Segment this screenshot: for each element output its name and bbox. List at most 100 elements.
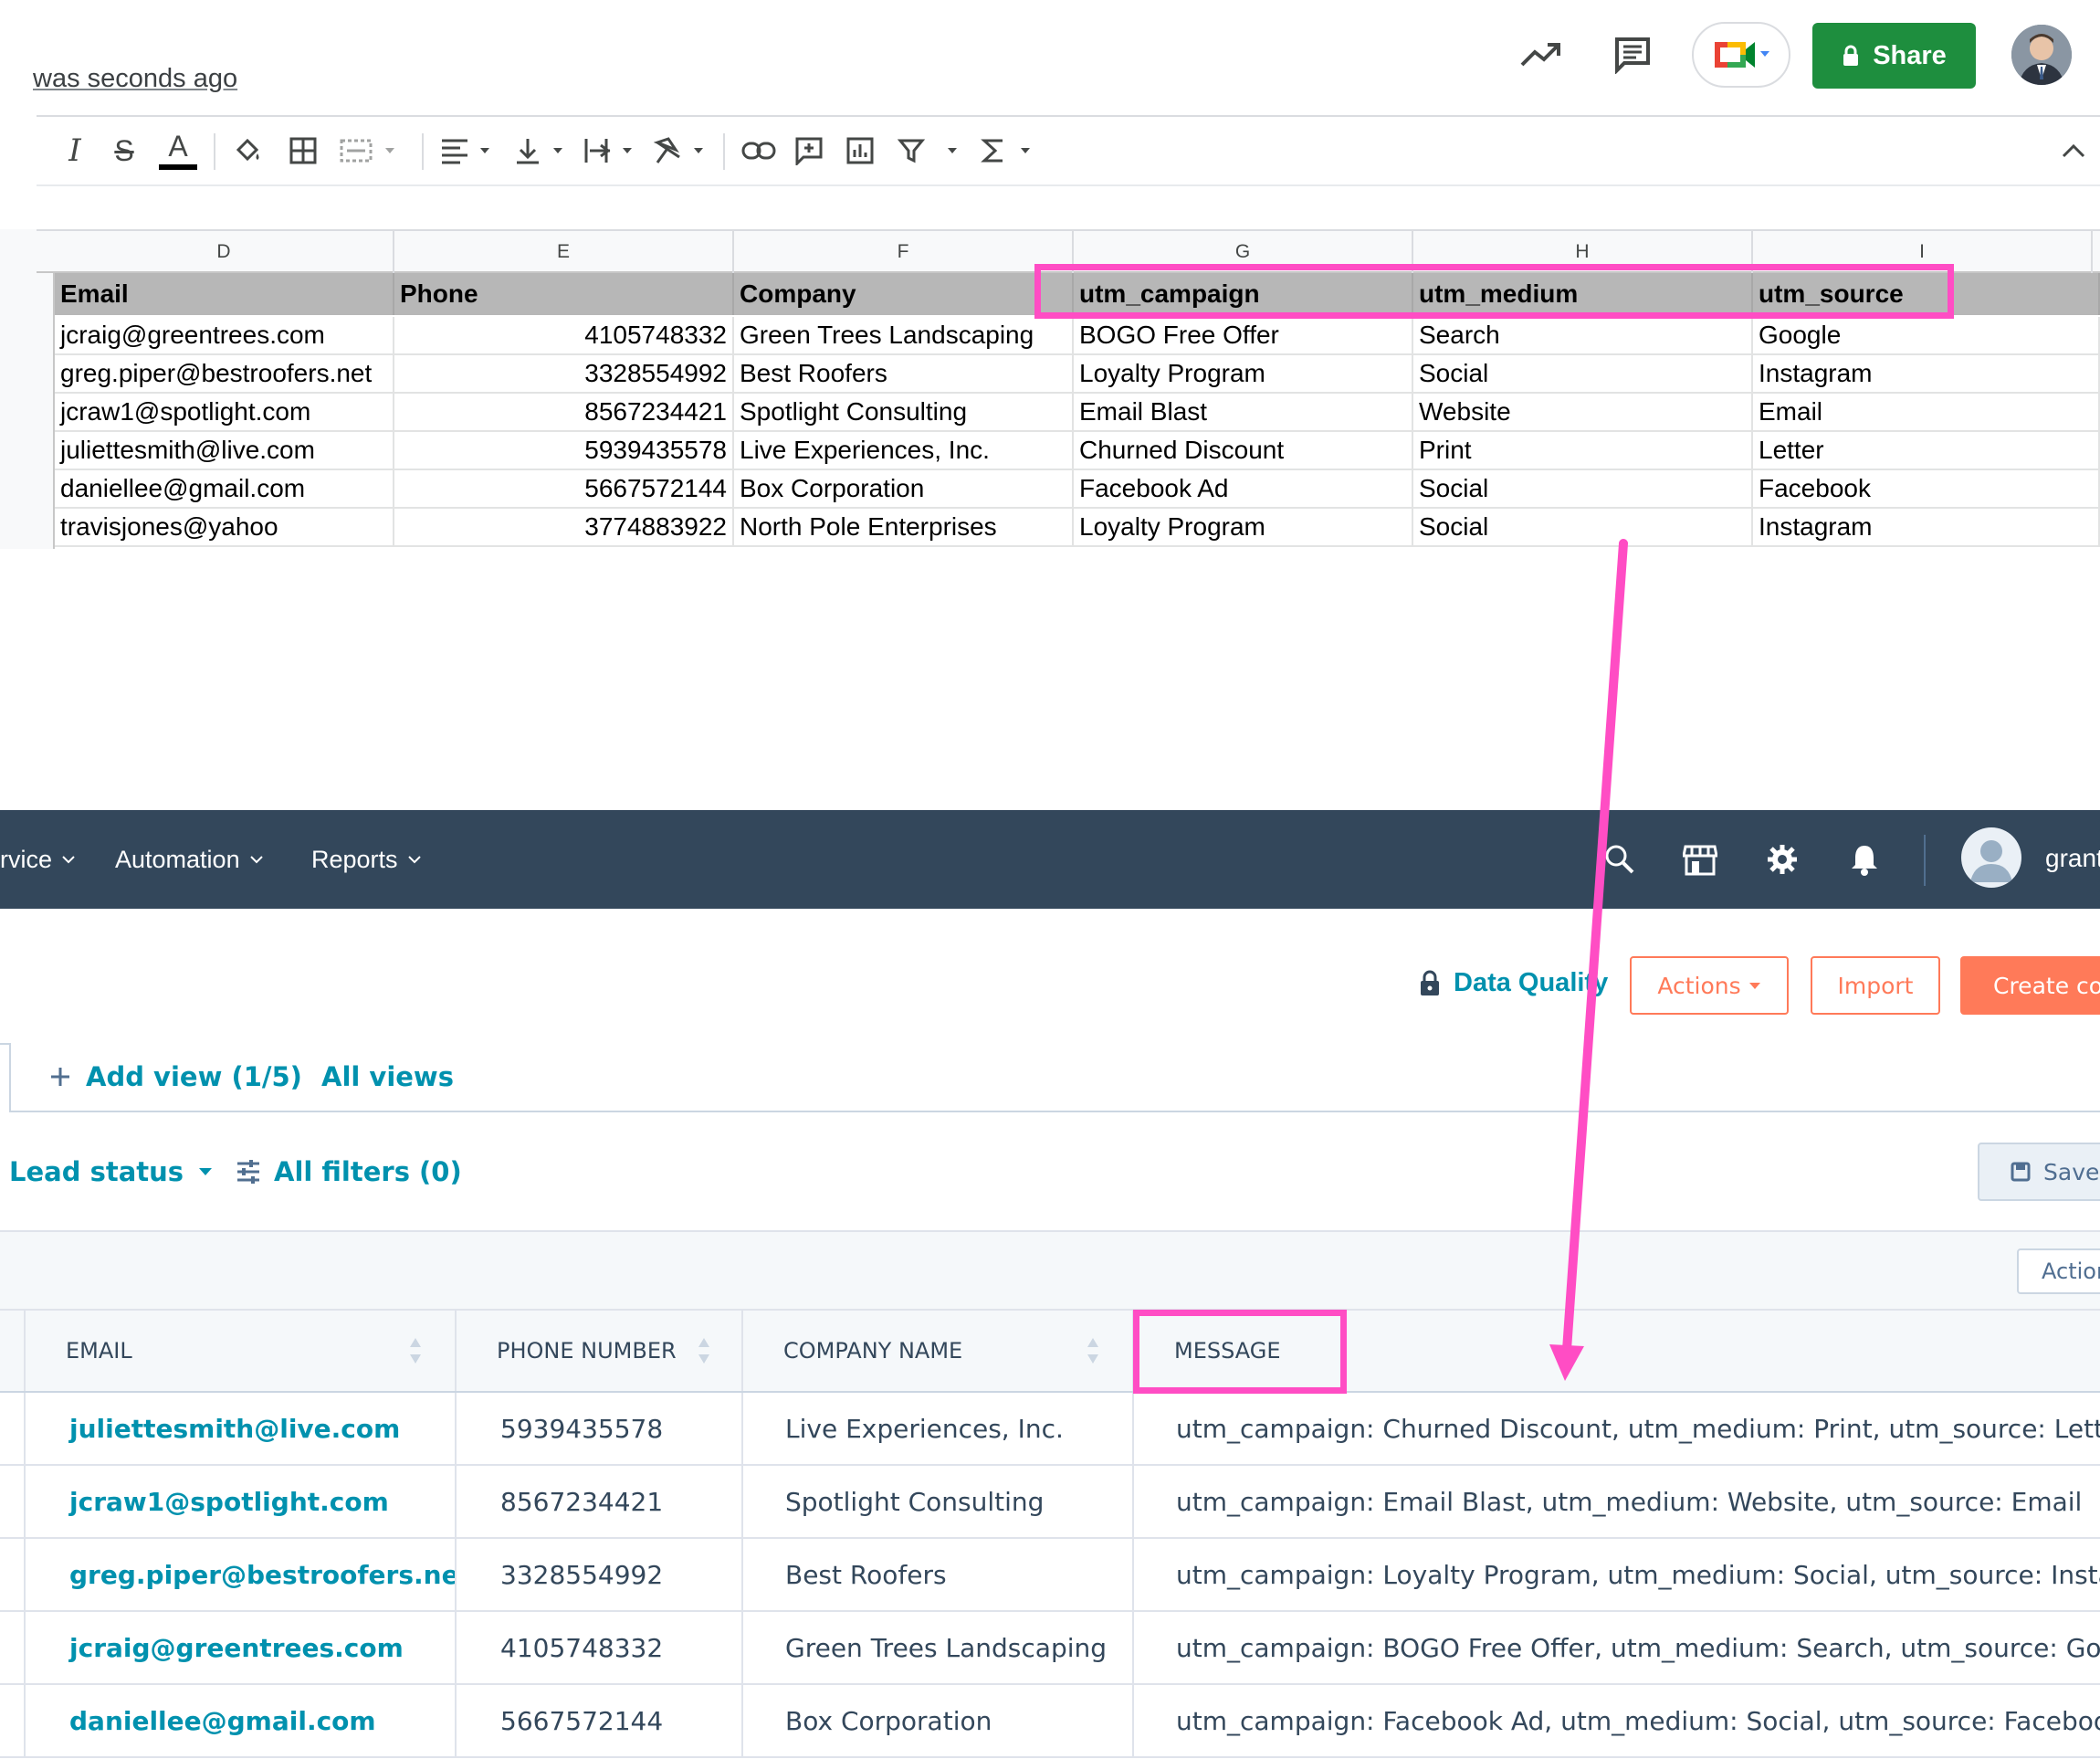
comments-icon[interactable] [1607, 31, 1658, 79]
borders-icon[interactable] [285, 130, 321, 172]
insert-chart-icon[interactable] [842, 130, 878, 172]
lead-status-filter[interactable]: Lead status [9, 1156, 213, 1187]
settings-gear-icon[interactable] [1755, 832, 1810, 887]
insert-comment-icon[interactable] [791, 130, 827, 172]
sheet-cell-utm-campaign[interactable]: Churned Discount [1074, 432, 1413, 469]
import-button[interactable]: Import [1811, 956, 1940, 1015]
table-row[interactable]: greg.piper@bestroofers.net 3328554992 Best… [0, 1539, 2100, 1612]
header-cell-company[interactable]: Company [734, 273, 1074, 315]
fill-color-icon[interactable] [230, 130, 267, 172]
italic-icon[interactable]: I [57, 130, 93, 172]
activity-trend-icon[interactable] [1516, 33, 1567, 77]
merge-cells-icon[interactable] [338, 130, 402, 172]
sheet-cell-utm-medium[interactable]: Print [1413, 432, 1753, 469]
sheet-cell-email[interactable]: greg.piper@bestroofers.net [55, 355, 394, 392]
functions-icon[interactable] [979, 130, 1039, 172]
column-header-email[interactable]: EMAIL [26, 1311, 457, 1391]
sheet-cell-email[interactable]: jcraig@greentrees.com [55, 317, 394, 353]
sheet-cell-phone[interactable]: 3774883922 [394, 509, 734, 545]
column-header-e[interactable]: E [394, 231, 734, 273]
contact-email-link[interactable]: greg.piper@bestroofers.net [26, 1539, 457, 1610]
sheet-cell-utm-medium[interactable]: Website [1413, 394, 1753, 430]
sheet-cell-email[interactable]: jcraw1@spotlight.com [55, 394, 394, 430]
sheet-cell-email[interactable]: juliettesmith@live.com [55, 432, 394, 469]
insert-link-icon[interactable] [740, 130, 778, 172]
data-quality-link[interactable]: Data Quality [1419, 968, 1608, 998]
contact-email-link[interactable]: jcraig@greentrees.com [26, 1612, 457, 1683]
sheet-cell-company[interactable]: North Pole Enterprises [734, 509, 1074, 545]
sheet-cell-company[interactable]: Best Roofers [734, 355, 1074, 392]
strikethrough-icon[interactable]: S [106, 130, 142, 172]
column-header-d[interactable]: D [55, 231, 394, 273]
table-row[interactable]: juliettesmith@live.com 5939435578 Live Exp… [0, 1393, 2100, 1466]
create-contact-button[interactable]: Create con [1960, 956, 2100, 1015]
actions-dropdown-button[interactable]: Actions [1630, 956, 1789, 1015]
sheet-cell-phone[interactable]: 5939435578 [394, 432, 734, 469]
vertical-align-icon[interactable] [511, 130, 572, 172]
sheet-cell-utm-source[interactable]: Email [1753, 394, 2100, 430]
sheet-cell-utm-campaign[interactable]: Loyalty Program [1074, 355, 1413, 392]
share-button[interactable]: Share [1812, 23, 1976, 89]
sheet-cell-phone[interactable]: 8567234421 [394, 394, 734, 430]
sheet-cell-phone[interactable]: 4105748332 [394, 317, 734, 353]
horizontal-align-icon[interactable] [438, 130, 499, 172]
filter-icon[interactable] [895, 130, 968, 172]
contact-email-link[interactable]: jcraw1@spotlight.com [26, 1466, 457, 1537]
column-header-f[interactable]: F [734, 231, 1074, 273]
column-header-company-name[interactable]: COMPANY NAME [743, 1311, 1134, 1391]
sheet-cell-company[interactable]: Live Experiences, Inc. [734, 432, 1074, 469]
caret-down-icon [1748, 981, 1761, 990]
sheet-cell-phone[interactable]: 3328554992 [394, 355, 734, 392]
sheet-cell-email[interactable]: daniellee@gmail.com [55, 470, 394, 507]
header-cell-phone[interactable]: Phone [394, 273, 734, 315]
sheet-cell-utm-medium[interactable]: Social [1413, 355, 1753, 392]
sheet-cell-utm-campaign[interactable]: Email Blast [1074, 394, 1413, 430]
sheet-cell-company[interactable]: Spotlight Consulting [734, 394, 1074, 430]
nav-service[interactable]: rvice [0, 810, 76, 909]
contact-email-link[interactable]: juliettesmith@live.com [26, 1393, 457, 1464]
column-header-phone-number[interactable]: PHONE NUMBER [457, 1311, 743, 1391]
user-name[interactable]: grant [2045, 844, 2100, 873]
save-view-button[interactable]: Save v [1978, 1143, 2100, 1201]
contact-company-cell: Spotlight Consulting [743, 1466, 1134, 1537]
text-wrapping-icon[interactable] [581, 130, 641, 172]
sheet-cell-utm-medium[interactable]: Social [1413, 470, 1753, 507]
table-row[interactable]: jcraig@greentrees.com 4105748332 Green Tre… [0, 1612, 2100, 1685]
checkbox-column-header[interactable] [0, 1311, 26, 1391]
account-avatar[interactable] [2011, 25, 2072, 85]
text-color-icon[interactable]: A [157, 130, 199, 172]
sheet-cell-utm-source[interactable]: Letter [1753, 432, 2100, 469]
table-row[interactable]: daniellee@gmail.com 5667572144 Box Corpora… [0, 1685, 2100, 1758]
notifications-bell-icon[interactable] [1837, 832, 1892, 887]
sheet-cell-utm-source[interactable]: Facebook [1753, 470, 2100, 507]
marketplace-icon[interactable] [1673, 832, 1727, 887]
all-filters-button[interactable]: All filters (0) [236, 1156, 462, 1187]
nav-automation[interactable]: Automation [115, 810, 264, 909]
sheet-cell-utm-campaign[interactable]: BOGO Free Offer [1074, 317, 1413, 353]
all-views-link[interactable]: All views [321, 1061, 454, 1092]
sheet-cell-utm-campaign[interactable]: Loyalty Program [1074, 509, 1413, 545]
collapse-toolbar-icon[interactable] [2060, 130, 2087, 172]
table-actions-button[interactable]: Action [2017, 1248, 2100, 1294]
sheet-cell-utm-source[interactable]: Google [1753, 317, 2100, 353]
text-rotation-icon[interactable] [652, 130, 712, 172]
sheet-cell-utm-campaign[interactable]: Facebook Ad [1074, 470, 1413, 507]
user-avatar[interactable] [1961, 827, 2021, 888]
contact-email-link[interactable]: daniellee@gmail.com [26, 1685, 457, 1756]
sheet-cell-company[interactable]: Green Trees Landscaping [734, 317, 1074, 353]
header-cell-email[interactable]: Email [55, 273, 394, 315]
sheet-cell-company[interactable]: Box Corporation [734, 470, 1074, 507]
last-edit-link[interactable]: was seconds ago [33, 64, 237, 94]
sheet-cell-utm-medium[interactable]: Search [1413, 317, 1753, 353]
table-row[interactable]: jcraw1@spotlight.com 8567234421 Spotlight … [0, 1466, 2100, 1539]
add-view-button[interactable]: Add view (1/5) [49, 1061, 302, 1092]
sheet-cell-phone[interactable]: 5667572144 [394, 470, 734, 507]
sheet-cell-utm-medium[interactable]: Social [1413, 509, 1753, 545]
sheet-cell-email[interactable]: travisjones@yahoo [55, 509, 394, 545]
nav-reports[interactable]: Reports [311, 810, 422, 909]
search-icon[interactable] [1592, 832, 1647, 887]
meet-button[interactable] [1692, 22, 1790, 88]
sheet-cell-utm-source[interactable]: Instagram [1753, 355, 2100, 392]
toolbar-separator [214, 133, 215, 170]
sheet-cell-utm-source[interactable]: Instagram [1753, 509, 2100, 545]
